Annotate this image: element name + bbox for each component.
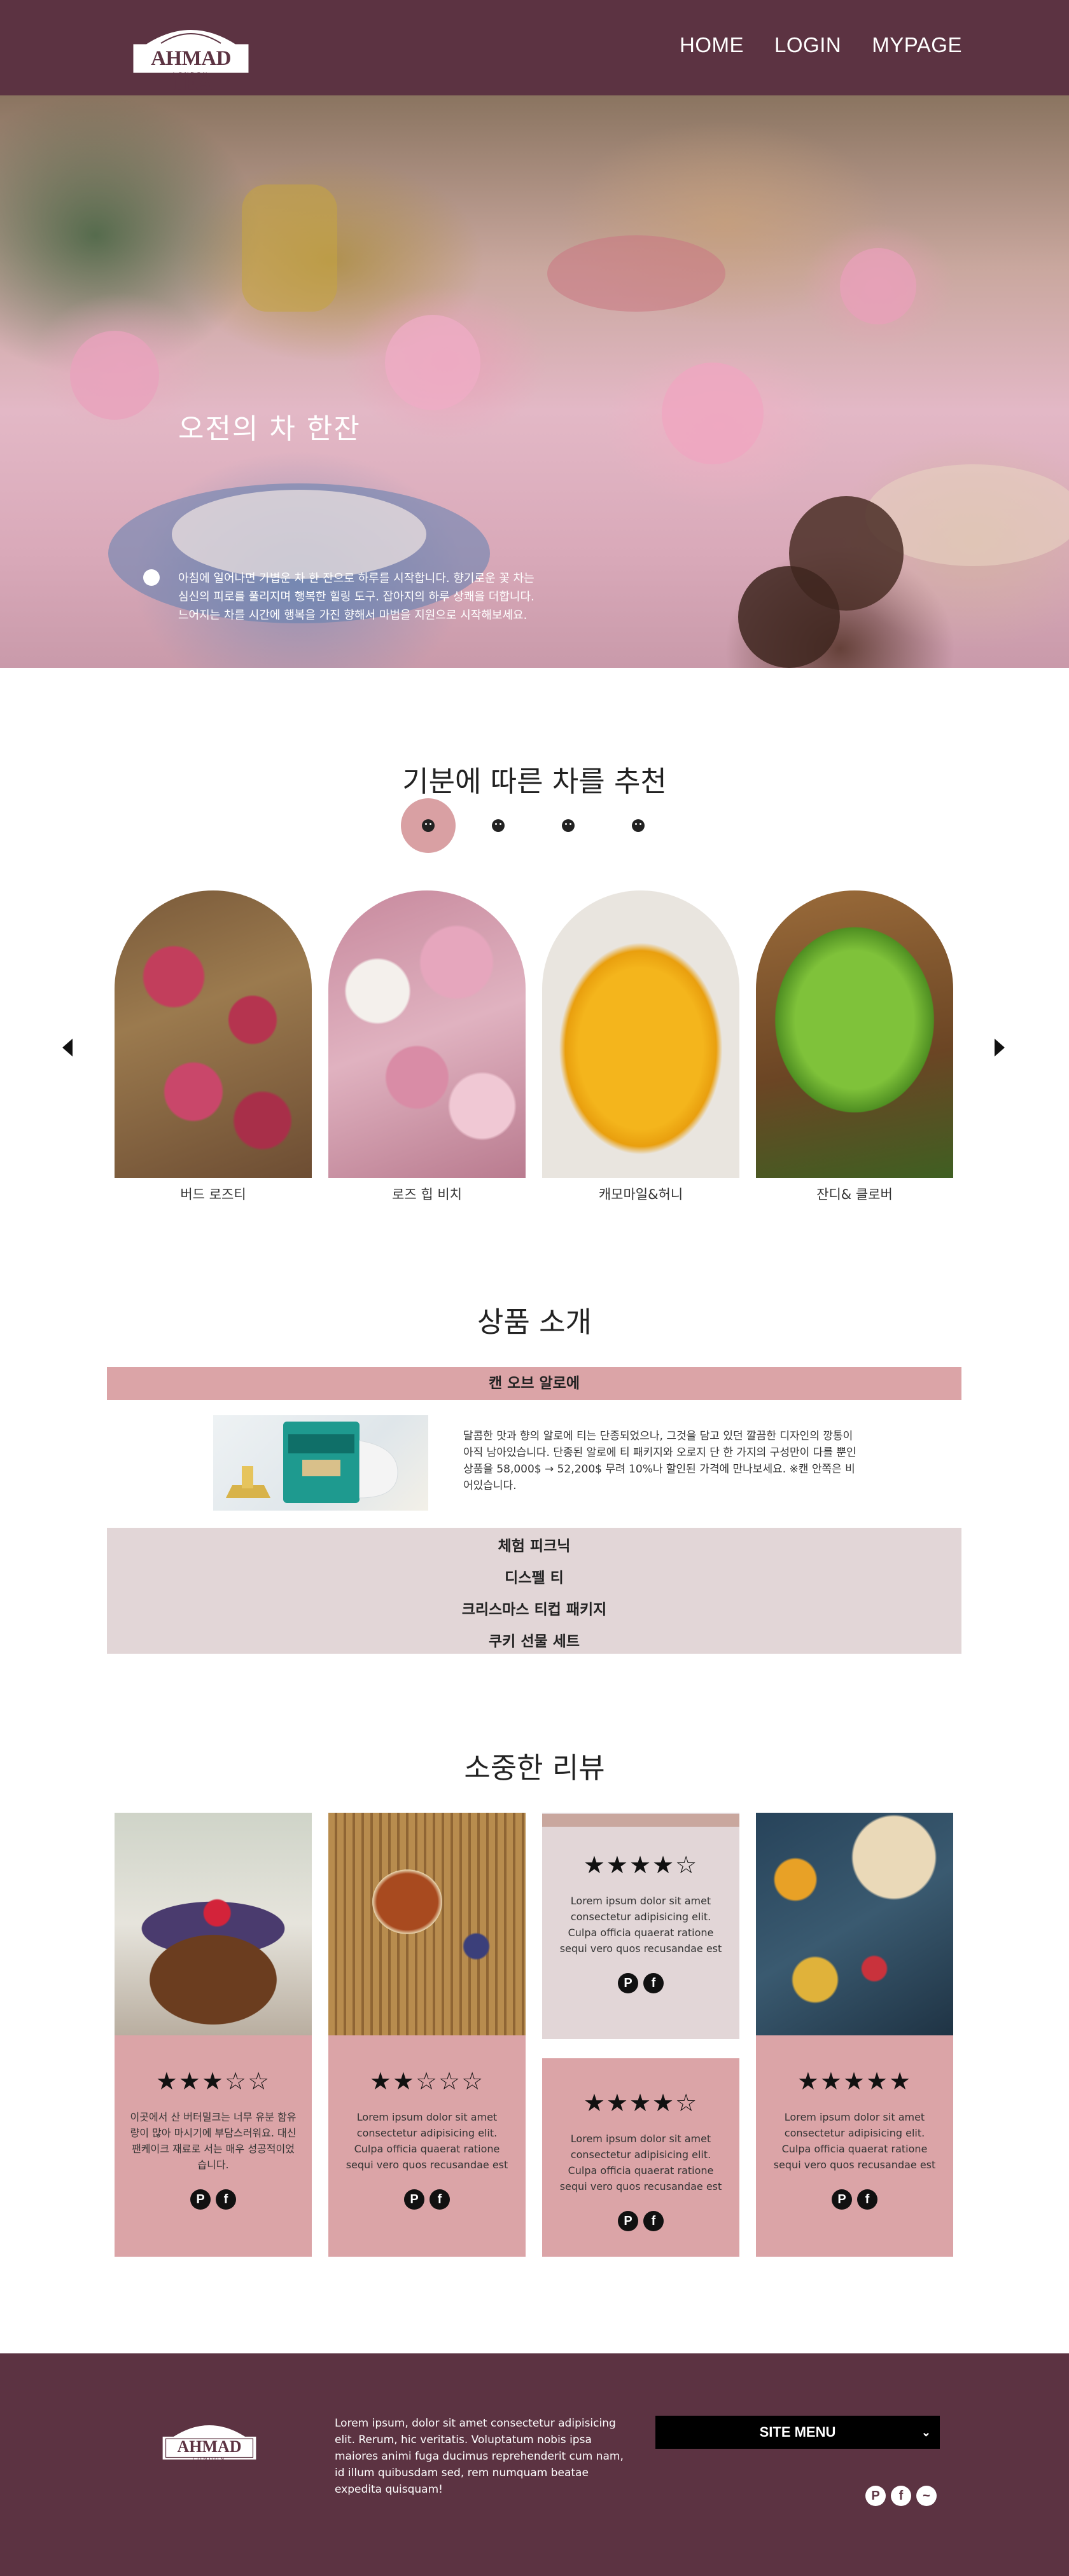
review-image-tea-pour	[328, 1813, 526, 2035]
mood-button-2[interactable]	[471, 798, 526, 853]
footer-logo[interactable]: AHMAD TEA LONDON	[162, 2414, 257, 2475]
reviews-title: 소중한 리뷰	[464, 1751, 605, 1785]
neutral-face-icon	[492, 819, 505, 832]
review-image-autumn-table	[756, 1813, 953, 2035]
product-description: 달콤한 맛과 향의 알로에 티는 단종되었으나, 그것을 담고 있던 깔끔한 디…	[463, 1430, 856, 1492]
site-menu-label: SITE MENU	[759, 2424, 836, 2440]
rating-stars: ★★☆☆☆	[369, 2067, 485, 2095]
pinterest-icon[interactable]: P	[865, 2486, 886, 2506]
hero-image: 오전의 차 한잔 아침에 일어나면 가볍운 차 한 잔으로 하루를 시작합니다.…	[0, 95, 1069, 668]
rating-stars: ★★★☆☆	[155, 2067, 271, 2095]
tea-image-chamomile	[542, 890, 739, 1178]
mood-button-4[interactable]	[611, 798, 666, 853]
share-icons: P f	[542, 2211, 739, 2231]
mood-button-1[interactable]	[401, 798, 456, 853]
happy-face-icon	[562, 819, 575, 832]
tea-name: 버드 로즈티	[180, 1187, 246, 1202]
nav-mypage[interactable]: MYPAGE	[872, 33, 962, 57]
site-menu-select[interactable]: SITE MENU ⌄	[655, 2416, 940, 2449]
product-item[interactable]: 체험 피크닉	[107, 1530, 961, 1562]
share-icons: P f	[115, 2189, 312, 2210]
review-text: 이곳에서 산 버터밀크는 너무 유분 함유량이 많아 마시기에 부담스러워요. …	[130, 2111, 297, 2171]
carousel-next-icon[interactable]	[995, 1039, 1005, 1056]
review-card: ★★★★☆ Lorem ipsum dolor sit amet consect…	[542, 2058, 739, 2257]
review-card: ★★★★☆ Lorem ipsum dolor sit amet consect…	[542, 1813, 739, 2039]
review-text: Lorem ipsum dolor sit amet consectetur a…	[773, 2111, 936, 2171]
tea-image-rose-buds	[115, 890, 312, 1178]
pinterest-icon[interactable]: P	[190, 2189, 211, 2210]
tea-image-rose-hip	[328, 890, 526, 1178]
footer-text: Lorem ipsum, dolor sit amet consectetur …	[335, 2417, 624, 2496]
product-list: 체험 피크닉 디스펠 티 크리스마스 티컵 패키지 쿠키 선물 세트	[107, 1528, 961, 1654]
review-card: ★★★★★ Lorem ipsum dolor sit amet consect…	[756, 1813, 953, 2257]
review-text: Lorem ipsum dolor sit amet consectetur a…	[346, 2111, 508, 2171]
product-image	[213, 1415, 428, 1511]
review-body: ★★★★☆ Lorem ipsum dolor sit amet consect…	[542, 2058, 739, 2257]
hero-bullet	[143, 569, 160, 586]
tea-tin-illustration	[226, 1422, 398, 1503]
facebook-icon[interactable]: f	[891, 2486, 911, 2506]
facebook-icon[interactable]: f	[216, 2189, 236, 2210]
hero-text: 아침에 일어나면 가볍운 차 한 잔으로 하루를 시작합니다. 향기로운 꽃 차…	[178, 572, 534, 622]
products-title: 상품 소개	[477, 1305, 592, 1339]
footer-logo-subtext: LONDON	[192, 2456, 227, 2462]
facebook-icon[interactable]: f	[643, 1973, 664, 1993]
review-text: Lorem ipsum dolor sit amet consectetur a…	[559, 1895, 722, 1955]
share-icons: P f	[542, 1973, 739, 1993]
facebook-icon[interactable]: f	[857, 2189, 877, 2210]
rating-stars: ★★★★☆	[583, 2089, 699, 2117]
pinterest-icon[interactable]: P	[832, 2189, 852, 2210]
review-body: ★★★★☆ Lorem ipsum dolor sit amet consect…	[542, 1813, 739, 2039]
mood-selector	[401, 798, 668, 855]
nav-login[interactable]: LOGIN	[774, 33, 841, 57]
tea-card[interactable]: 로즈 힙 비치	[328, 890, 526, 1203]
pinterest-icon[interactable]: P	[618, 1973, 638, 1993]
pinterest-icon[interactable]: P	[404, 2189, 424, 2210]
logo-text: AHMAD TEA	[136, 46, 246, 95]
recommend-title: 기분에 따른 차를 추천	[402, 765, 667, 798]
tea-name: 캐모마일&허니	[598, 1187, 683, 1202]
logo-subtext: LONDON	[172, 71, 209, 78]
review-card: ★★☆☆☆ Lorem ipsum dolor sit amet consect…	[328, 1813, 526, 2257]
review-text: Lorem ipsum dolor sit amet consectetur a…	[559, 2133, 722, 2192]
hero-title: 오전의 차 한잔	[178, 413, 361, 445]
main-nav: HOME LOGIN MYPAGE	[680, 33, 962, 57]
rating-stars: ★★★★☆	[583, 1851, 699, 1879]
facebook-icon[interactable]: f	[643, 2211, 664, 2231]
review-body: ★★★☆☆ 이곳에서 산 버터밀크는 너무 유분 함유량이 많아 마시기에 부담…	[115, 2035, 312, 2257]
tea-card[interactable]: 버드 로즈티	[115, 890, 312, 1203]
product-item[interactable]: 디스펠 티	[107, 1562, 961, 1594]
hero-scene-illustration	[70, 184, 1069, 668]
product-item[interactable]: 쿠키 선물 세트	[107, 1626, 961, 1658]
tea-card[interactable]: 캐모마일&허니	[542, 890, 739, 1203]
brand-logo[interactable]: AHMAD TEA LONDON	[132, 18, 253, 95]
tea-image-grass-clover	[756, 890, 953, 1178]
mood-button-3[interactable]	[541, 798, 596, 853]
product-item[interactable]: 크리스마스 티컵 패키지	[107, 1594, 961, 1626]
review-body: ★★☆☆☆ Lorem ipsum dolor sit amet consect…	[328, 2035, 526, 2257]
review-card: ★★★☆☆ 이곳에서 산 버터밀크는 너무 유분 함유량이 많아 마시기에 부담…	[115, 1813, 312, 2257]
sad-face-icon	[422, 819, 435, 832]
rating-stars: ★★★★★	[797, 2067, 912, 2095]
tea-name: 잔디& 클로버	[816, 1187, 893, 1202]
review-top-strip	[542, 1814, 739, 1827]
product-tab-active[interactable]: 캔 오브 알로에	[107, 1367, 961, 1400]
chevron-down-icon: ⌄	[921, 2426, 931, 2439]
tea-name: 로즈 힙 비치	[392, 1187, 462, 1202]
messenger-icon[interactable]: ~	[916, 2486, 937, 2506]
footer-social-icons: P f ~	[865, 2486, 937, 2506]
share-icons: P f	[756, 2189, 953, 2210]
review-body: ★★★★★ Lorem ipsum dolor sit amet consect…	[756, 2035, 953, 2257]
nav-home[interactable]: HOME	[680, 33, 744, 57]
review-image-pancakes	[115, 1813, 312, 2035]
site-header: AHMAD TEA LONDON HOME LOGIN MYPAGE	[0, 0, 1069, 95]
pinterest-icon[interactable]: P	[618, 2211, 638, 2231]
carousel-prev-icon[interactable]	[62, 1039, 73, 1056]
tea-card[interactable]: 잔디& 클로버	[756, 890, 953, 1203]
share-icons: P f	[328, 2189, 526, 2210]
facebook-icon[interactable]: f	[430, 2189, 450, 2210]
worried-face-icon	[632, 819, 645, 832]
